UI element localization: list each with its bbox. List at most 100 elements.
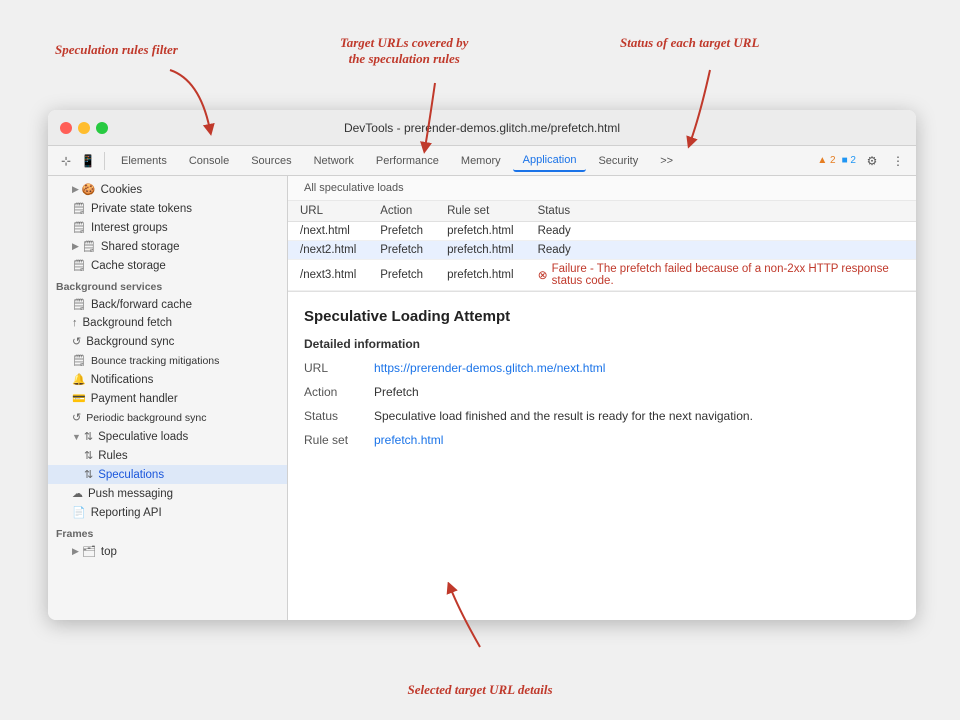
cache-storage-icon: 🗒 bbox=[72, 259, 86, 272]
sidebar-item-speculative-loads[interactable]: ▼ ⇅ Speculative loads bbox=[48, 427, 287, 446]
detail-row-action: Action Prefetch bbox=[304, 385, 900, 399]
cell-url: /next3.html bbox=[288, 260, 368, 291]
bg-fetch-icon: ↑ bbox=[72, 317, 78, 329]
sidebar-item-label: Notifications bbox=[91, 374, 154, 386]
maximize-button[interactable] bbox=[96, 122, 108, 134]
tab-security[interactable]: Security bbox=[588, 151, 648, 171]
annotation-selected-details: Selected target URL details bbox=[407, 682, 552, 698]
cursor-icon[interactable]: ⊹ bbox=[56, 151, 76, 171]
tab-network[interactable]: Network bbox=[304, 151, 364, 171]
sidebar-item-private-state[interactable]: 🗒 Private state tokens bbox=[48, 199, 287, 218]
error-icon: ⊗ bbox=[538, 268, 548, 282]
sidebar-item-payment-handler[interactable]: 💳 Payment handler bbox=[48, 389, 287, 408]
table-row[interactable]: /next.html Prefetch prefetch.html Ready bbox=[288, 222, 916, 241]
tab-application[interactable]: Application bbox=[513, 150, 587, 172]
sidebar-item-label: Speculations bbox=[98, 469, 164, 481]
interest-groups-icon: 🗒 bbox=[72, 221, 86, 234]
bg-sync-icon: ↺ bbox=[72, 335, 81, 348]
reporting-api-icon: 📄 bbox=[72, 506, 86, 519]
tab-more[interactable]: >> bbox=[650, 151, 683, 171]
detail-key-status: Status bbox=[304, 409, 374, 423]
background-services-label: Background services bbox=[48, 275, 287, 295]
bounce-tracking-icon: 🗒 bbox=[72, 354, 86, 367]
detail-value-url[interactable]: https://prerender-demos.glitch.me/next.h… bbox=[374, 361, 605, 375]
device-icon[interactable]: 📱 bbox=[78, 151, 98, 171]
tab-console[interactable]: Console bbox=[179, 151, 239, 171]
sidebar-item-label: Shared storage bbox=[101, 241, 180, 253]
close-button[interactable] bbox=[60, 122, 72, 134]
detail-key-ruleset: Rule set bbox=[304, 433, 374, 447]
sidebar-item-label: Bounce tracking mitigations bbox=[91, 355, 219, 367]
frames-label: Frames bbox=[48, 522, 287, 542]
cell-status: Ready bbox=[526, 241, 916, 260]
sidebar-item-bounce-tracking[interactable]: 🗒 Bounce tracking mitigations bbox=[48, 351, 287, 370]
sidebar-item-notifications[interactable]: 🔔 Notifications bbox=[48, 370, 287, 389]
sidebar-item-speculations[interactable]: ⇅ Speculations bbox=[48, 465, 287, 484]
speculative-loads-table: URL Action Rule set Status /next.html Pr… bbox=[288, 201, 916, 291]
speculative-loads-table-area: All speculative loads URL Action Rule se… bbox=[288, 176, 916, 292]
sidebar-item-cookies[interactable]: ▶ 🍪 Cookies bbox=[48, 180, 287, 199]
detail-value-ruleset[interactable]: prefetch.html bbox=[374, 433, 443, 447]
table-row[interactable]: /next2.html Prefetch prefetch.html Ready bbox=[288, 241, 916, 260]
all-speculative-loads-header: All speculative loads bbox=[288, 176, 916, 201]
sidebar-item-label: top bbox=[101, 546, 117, 558]
sidebar-item-bfcache[interactable]: 🗒 Back/forward cache bbox=[48, 295, 287, 314]
col-header-status: Status bbox=[526, 201, 916, 222]
sidebar-item-label: Cookies bbox=[101, 184, 143, 196]
chevron-right-icon: ▶ bbox=[72, 546, 79, 557]
sidebar-item-cache-storage[interactable]: 🗒 Cache storage bbox=[48, 256, 287, 275]
chevron-down-icon: ▼ bbox=[72, 432, 81, 442]
cell-ruleset: prefetch.html bbox=[435, 260, 525, 291]
sidebar-item-rules[interactable]: ⇅ Rules bbox=[48, 446, 287, 465]
toolbar-right: ▲ 2 ■ 2 ⚙ ⋮ bbox=[817, 151, 908, 171]
private-state-icon: 🗒 bbox=[72, 202, 86, 215]
cookies-icon: 🍪 bbox=[82, 183, 96, 196]
sidebar-item-bg-sync[interactable]: ↺ Background sync bbox=[48, 332, 287, 351]
settings-icon[interactable]: ⚙ bbox=[862, 151, 882, 171]
col-header-action: Action bbox=[368, 201, 435, 222]
sidebar-item-label: Reporting API bbox=[91, 507, 162, 519]
devtools-toolbar: ⊹ 📱 Elements Console Sources Network Per… bbox=[48, 146, 916, 176]
annotation-status-each: Status of each target URL bbox=[620, 35, 759, 51]
cell-status: ⊗Failure - The prefetch failed because o… bbox=[526, 260, 916, 291]
detail-key-url: URL bbox=[304, 361, 374, 375]
table-row[interactable]: /next3.html Prefetch prefetch.html ⊗Fail… bbox=[288, 260, 916, 291]
more-icon[interactable]: ⋮ bbox=[888, 151, 908, 171]
col-header-url: URL bbox=[288, 201, 368, 222]
push-messaging-icon: ☁ bbox=[72, 487, 83, 500]
cell-action: Prefetch bbox=[368, 222, 435, 241]
detail-key-action: Action bbox=[304, 385, 374, 399]
minimize-button[interactable] bbox=[78, 122, 90, 134]
tab-sources[interactable]: Sources bbox=[241, 151, 301, 171]
sidebar-item-top[interactable]: ▶ 🗂 top bbox=[48, 542, 287, 561]
sidebar-item-reporting-api[interactable]: 📄 Reporting API bbox=[48, 503, 287, 522]
sidebar-item-interest-groups[interactable]: 🗒 Interest groups bbox=[48, 218, 287, 237]
sidebar-item-label: Rules bbox=[98, 450, 127, 462]
window-title: DevTools - prerender-demos.glitch.me/pre… bbox=[344, 121, 620, 135]
col-header-ruleset: Rule set bbox=[435, 201, 525, 222]
sidebar-item-label: Background fetch bbox=[83, 317, 173, 329]
error-badge: ■ 2 bbox=[842, 155, 856, 166]
annotation-speculation-filter: Speculation rules filter bbox=[55, 42, 178, 58]
tab-memory[interactable]: Memory bbox=[451, 151, 511, 171]
cell-action: Prefetch bbox=[368, 241, 435, 260]
cell-action: Prefetch bbox=[368, 260, 435, 291]
detail-value-action: Prefetch bbox=[374, 385, 419, 399]
detail-row-url: URL https://prerender-demos.glitch.me/ne… bbox=[304, 361, 900, 375]
sidebar-item-label: Back/forward cache bbox=[91, 299, 192, 311]
sidebar-item-bg-fetch[interactable]: ↑ Background fetch bbox=[48, 314, 287, 332]
detail-area: Speculative Loading Attempt Detailed inf… bbox=[288, 292, 916, 620]
speculative-loads-icon: ⇅ bbox=[84, 430, 93, 443]
sidebar-item-push-messaging[interactable]: ☁ Push messaging bbox=[48, 484, 287, 503]
chevron-icon: ▶ bbox=[72, 241, 79, 252]
tab-elements[interactable]: Elements bbox=[111, 151, 177, 171]
sidebar-item-periodic-sync[interactable]: ↺ Periodic background sync bbox=[48, 408, 287, 427]
warning-badge: ▲ 2 bbox=[817, 155, 835, 166]
sidebar-item-label: Cache storage bbox=[91, 260, 166, 272]
sidebar-item-label: Private state tokens bbox=[91, 203, 192, 215]
sidebar-item-shared-storage[interactable]: ▶ 🗒 Shared storage bbox=[48, 237, 287, 256]
title-bar: DevTools - prerender-demos.glitch.me/pre… bbox=[48, 110, 916, 146]
tab-performance[interactable]: Performance bbox=[366, 151, 449, 171]
sidebar: ▶ 🍪 Cookies 🗒 Private state tokens 🗒 Int… bbox=[48, 176, 288, 620]
speculations-icon: ⇅ bbox=[84, 468, 93, 481]
